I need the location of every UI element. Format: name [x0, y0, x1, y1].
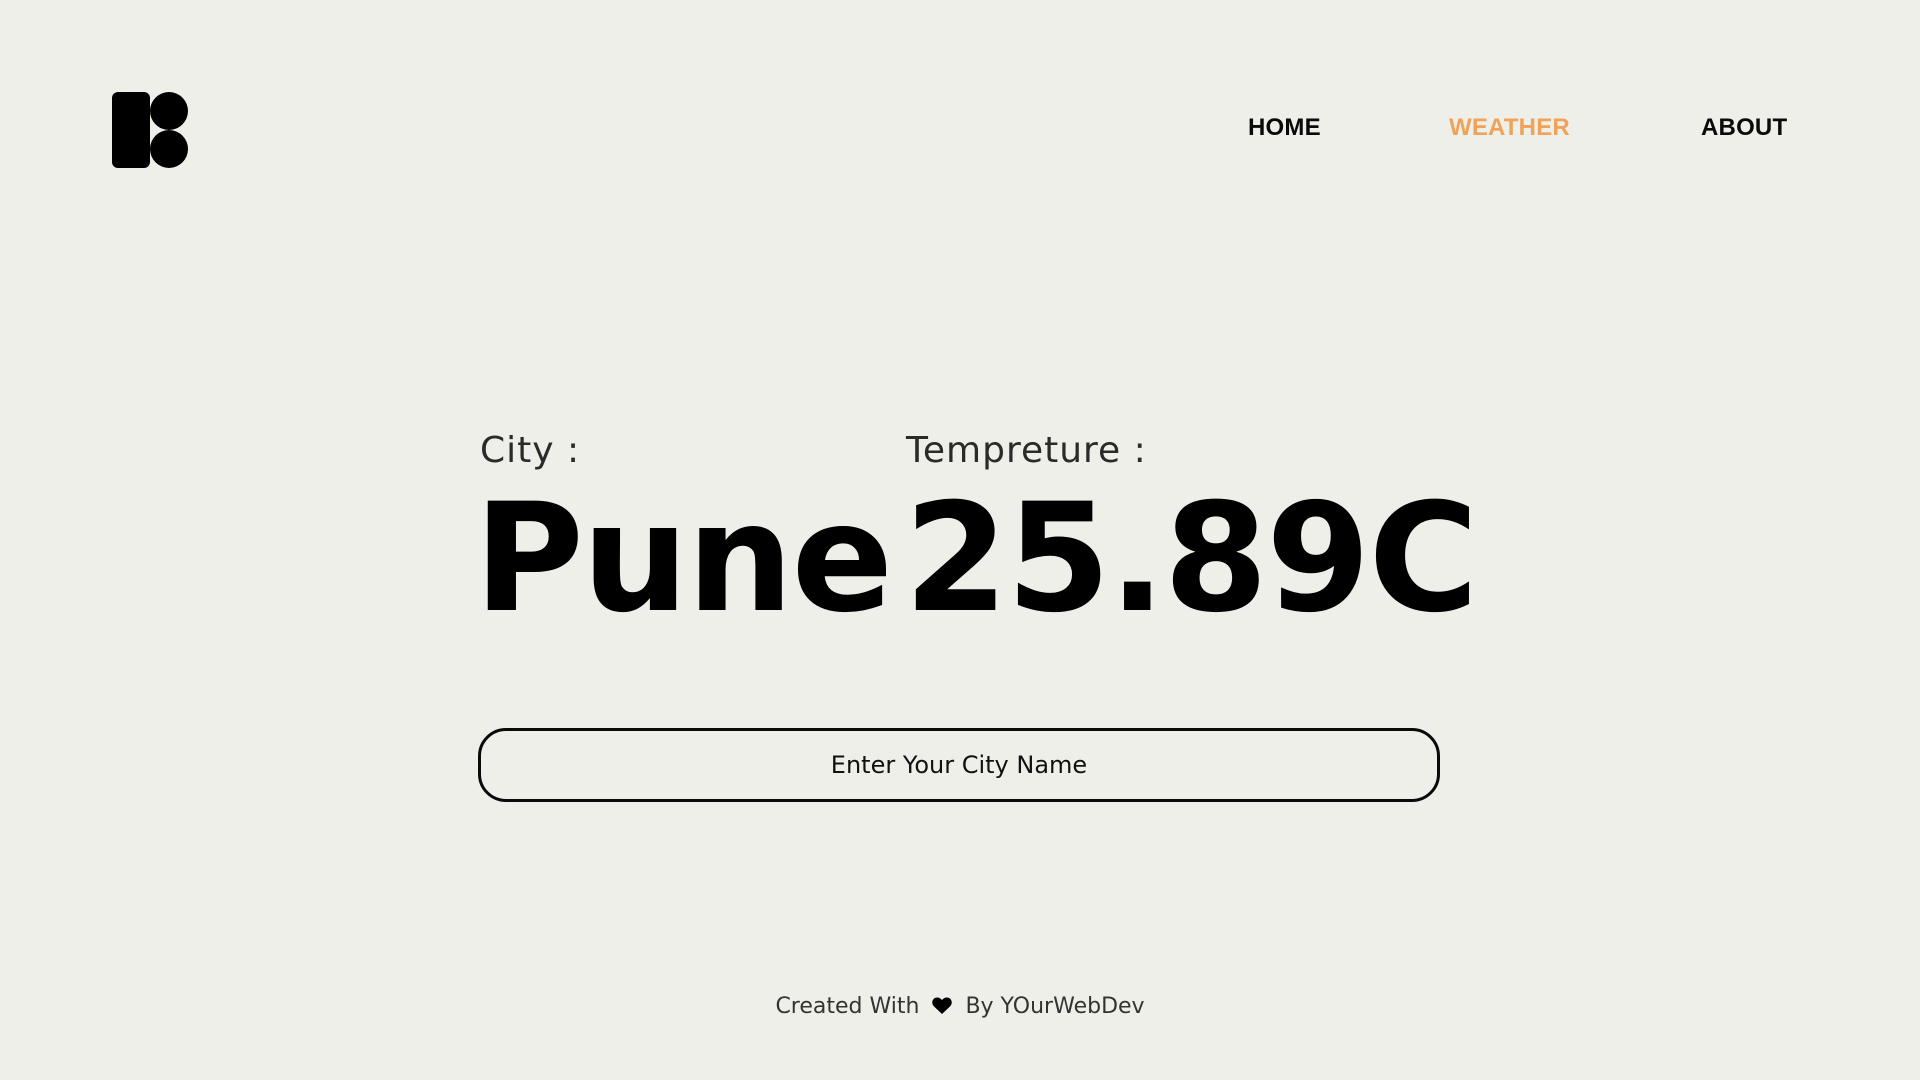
main-nav: HOME WEATHER ABOUT	[0, 114, 1920, 144]
city-label: City :	[480, 430, 581, 471]
footer-created-with-text: Created With	[775, 994, 920, 1019]
nav-home-link[interactable]: HOME	[1248, 114, 1321, 142]
city-search-input[interactable]	[478, 728, 1440, 802]
city-value: Pune	[474, 472, 893, 646]
heart-icon	[932, 997, 953, 1014]
nav-weather-link[interactable]: WEATHER	[1449, 114, 1570, 142]
nav-about-link[interactable]: ABOUT	[1701, 114, 1787, 142]
footer-author-text: By YOurWebDev	[965, 994, 1145, 1019]
footer: Created With By YOurWebDev	[0, 994, 1920, 1019]
temperature-label: Tempreture :	[906, 430, 1147, 471]
temperature-value: 25.89C	[904, 472, 1479, 646]
